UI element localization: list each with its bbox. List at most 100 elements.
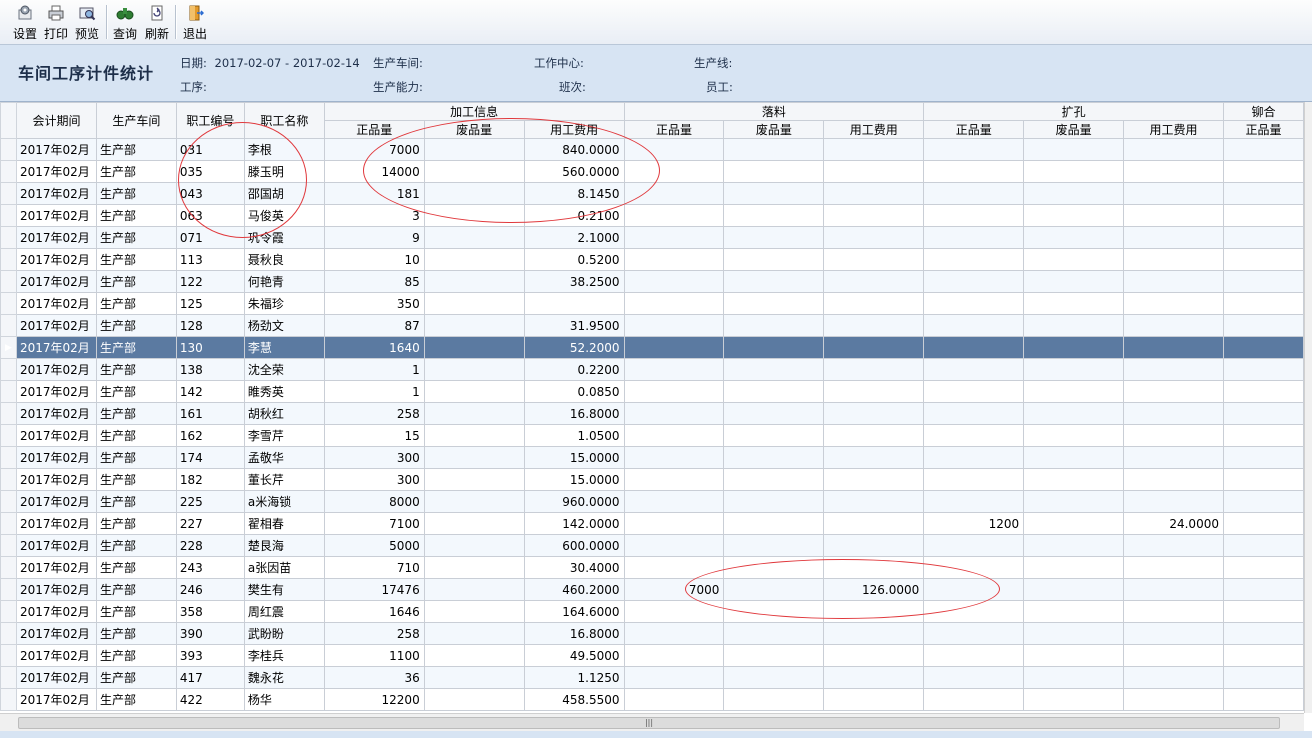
row-indicator[interactable] — [0, 160, 17, 183]
cell-c[interactable]: 31.9500 — [523, 314, 625, 337]
cell-ws[interactable]: 生产部 — [95, 688, 177, 711]
cell-empty[interactable] — [1222, 578, 1304, 601]
table-row[interactable]: 2017年02月 生产部 122 何艳青 85 38.2500 — [0, 270, 1304, 293]
cell-kg[interactable] — [923, 578, 1025, 601]
cell-s[interactable] — [423, 622, 525, 645]
table-row[interactable]: 2017年02月 生产部 031 李根 7000 840.0000 — [0, 138, 1304, 161]
cell-lg[interactable] — [623, 270, 725, 293]
cell-lc[interactable] — [823, 688, 925, 711]
cell-no[interactable]: 162 — [175, 424, 245, 447]
cell-c[interactable]: 16.8000 — [523, 402, 625, 425]
cell-g[interactable]: 85 — [323, 270, 425, 293]
cell-g[interactable]: 1 — [323, 380, 425, 403]
table-row[interactable]: 2017年02月 生产部 125 朱福珍 350 — [0, 292, 1304, 315]
cell-name[interactable]: 董长芹 — [243, 468, 325, 491]
cell-c[interactable]: 142.0000 — [523, 512, 625, 535]
cell-kg[interactable] — [923, 160, 1025, 183]
cell-s[interactable] — [423, 358, 525, 381]
col-header-labor-cost[interactable]: 用工费用 — [523, 120, 625, 139]
cell-period[interactable]: 2017年02月 — [15, 358, 97, 381]
cell-ws[interactable]: 生产部 — [95, 600, 177, 623]
row-indicator[interactable] — [0, 446, 17, 469]
cell-lc[interactable] — [823, 292, 925, 315]
cell-empty[interactable] — [723, 138, 825, 161]
cell-kc[interactable] — [1123, 314, 1224, 337]
table-row[interactable]: 2017年02月 生产部 113 聂秋良 10 0.5200 — [0, 248, 1304, 271]
cell-name[interactable]: 巩令霞 — [243, 226, 325, 249]
cell-lc[interactable] — [823, 182, 925, 205]
cell-c[interactable]: 164.6000 — [523, 600, 625, 623]
col-header-emp-name[interactable]: 职工名称 — [243, 102, 325, 139]
cell-g[interactable]: 12200 — [323, 688, 425, 711]
cell-s[interactable] — [423, 490, 525, 513]
cell-lc[interactable] — [823, 336, 925, 359]
cell-empty[interactable] — [1222, 688, 1304, 711]
cell-lc[interactable] — [823, 622, 925, 645]
cell-empty[interactable] — [723, 204, 825, 227]
cell-period[interactable]: 2017年02月 — [15, 204, 97, 227]
cell-no[interactable]: 393 — [175, 644, 245, 667]
cell-lc[interactable] — [823, 446, 925, 469]
cell-empty[interactable] — [723, 512, 825, 535]
cell-empty[interactable] — [723, 578, 825, 601]
row-indicator[interactable] — [0, 402, 17, 425]
cell-ws[interactable]: 生产部 — [95, 226, 177, 249]
cell-no[interactable]: 358 — [175, 600, 245, 623]
col-header-labor-cost[interactable]: 用工费用 — [823, 120, 925, 139]
cell-lg[interactable] — [623, 468, 725, 491]
cell-c[interactable]: 960.0000 — [523, 490, 625, 513]
cell-lc[interactable] — [823, 468, 925, 491]
cell-s[interactable] — [423, 468, 525, 491]
cell-kc[interactable] — [1123, 534, 1224, 557]
cell-kc[interactable] — [1123, 160, 1224, 183]
cell-c[interactable]: 30.4000 — [523, 556, 625, 579]
cell-empty[interactable] — [1222, 292, 1304, 315]
cell-s[interactable] — [423, 204, 525, 227]
cell-empty[interactable] — [723, 600, 825, 623]
cell-kg[interactable] — [923, 248, 1025, 271]
cell-empty[interactable] — [723, 314, 825, 337]
cell-period[interactable]: 2017年02月 — [15, 424, 97, 447]
cell-g[interactable]: 1640 — [323, 336, 425, 359]
cell-lg[interactable] — [623, 688, 725, 711]
row-indicator[interactable] — [0, 314, 17, 337]
cell-empty[interactable] — [723, 402, 825, 425]
col-header-scrap-qty[interactable]: 废品量 — [723, 120, 825, 139]
cell-empty[interactable] — [1222, 314, 1304, 337]
cell-s[interactable] — [423, 600, 525, 623]
cell-lg[interactable]: 7000 — [623, 578, 725, 601]
cell-empty[interactable] — [1222, 468, 1304, 491]
cell-g[interactable]: 7000 — [323, 138, 425, 161]
cell-g[interactable]: 1 — [323, 358, 425, 381]
table-row[interactable]: 2017年02月 生产部 227 翟相春 7100 142.0000 1200 24.0000 — [0, 512, 1304, 535]
cell-name[interactable]: 沈全荣 — [243, 358, 325, 381]
cell-no[interactable]: 227 — [175, 512, 245, 535]
cell-lg[interactable] — [623, 358, 725, 381]
cell-empty[interactable] — [723, 182, 825, 205]
cell-g[interactable]: 1100 — [323, 644, 425, 667]
cell-empty[interactable] — [723, 270, 825, 293]
col-header-period[interactable]: 会计期间 — [15, 102, 97, 139]
cell-period[interactable]: 2017年02月 — [15, 270, 97, 293]
cell-kc[interactable] — [1123, 490, 1224, 513]
scrollbar-thumb[interactable]: ||| — [18, 717, 1280, 729]
vertical-scrollbar[interactable] — [1304, 102, 1312, 713]
cell-s[interactable] — [423, 270, 525, 293]
query-button[interactable]: 查询 — [110, 4, 140, 42]
cell-period[interactable]: 2017年02月 — [15, 138, 97, 161]
cell-kc[interactable] — [1123, 446, 1224, 469]
cell-ws[interactable]: 生产部 — [95, 182, 177, 205]
data-grid[interactable]: 会计期间 生产车间 职工编号 职工名称 加工信息 落料 扩孔 铆合 正品量 废品… — [0, 102, 1304, 713]
cell-name[interactable]: 李雪芹 — [243, 424, 325, 447]
cell-g[interactable]: 1646 — [323, 600, 425, 623]
cell-ws[interactable]: 生产部 — [95, 380, 177, 403]
cell-g[interactable]: 8000 — [323, 490, 425, 513]
cell-kg[interactable] — [923, 314, 1025, 337]
cell-name[interactable]: 周红震 — [243, 600, 325, 623]
cell-kc[interactable] — [1123, 556, 1224, 579]
cell-name[interactable]: 翟相春 — [243, 512, 325, 535]
cell-period[interactable]: 2017年02月 — [15, 248, 97, 271]
cell-g[interactable]: 300 — [323, 446, 425, 469]
cell-kg[interactable] — [923, 622, 1025, 645]
cell-no[interactable]: 031 — [175, 138, 245, 161]
